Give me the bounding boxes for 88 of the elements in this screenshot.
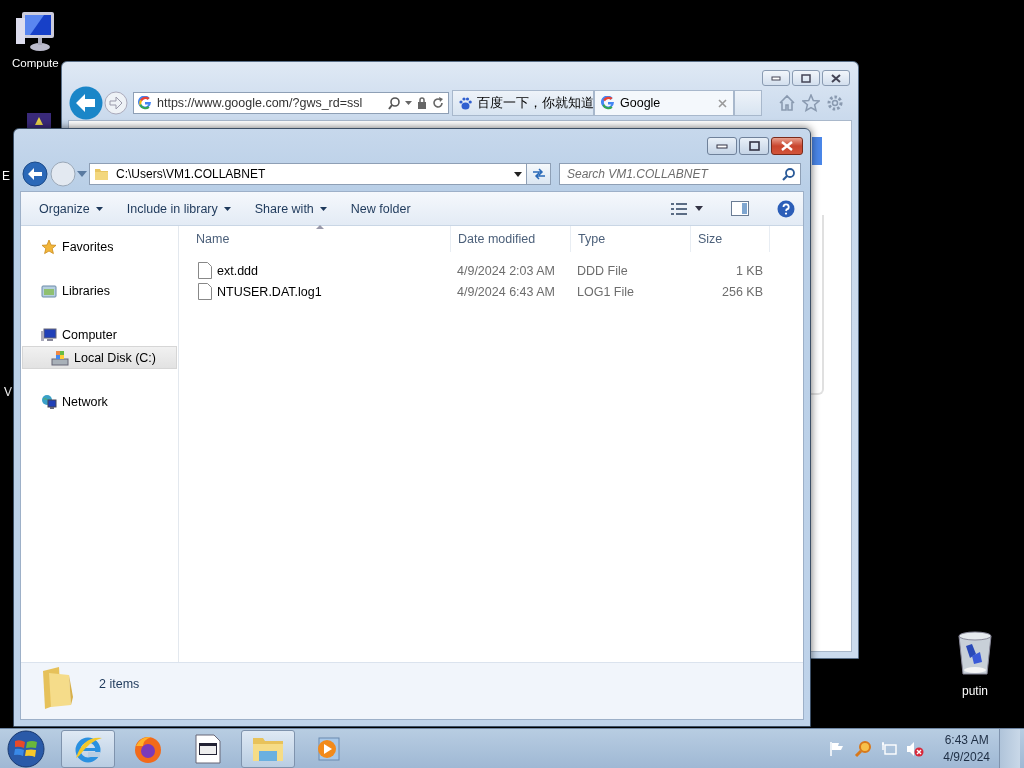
nav-item[interactable]: Libraries (22, 279, 177, 302)
restore-icon (801, 73, 811, 83)
paw-icon (459, 96, 472, 110)
icon-label: E (2, 169, 10, 183)
folder-icon (94, 167, 109, 181)
restore-icon (748, 141, 760, 151)
caret-icon (319, 206, 327, 211)
view-icon[interactable] (671, 201, 687, 216)
close-icon (781, 141, 793, 151)
table-cell-text: LOG1 File (576, 284, 635, 299)
icon-label: V (4, 385, 12, 399)
close-icon[interactable] (718, 98, 727, 108)
refresh-icon (531, 168, 546, 180)
close-icon (831, 73, 841, 83)
file-icon (198, 283, 212, 300)
table-cell-text: 256 KB (721, 284, 763, 299)
computer-icon (41, 326, 57, 343)
star-icon[interactable] (802, 94, 820, 112)
table-cell-text: 4/9/2024 6:43 AM (456, 284, 556, 299)
toolbar-button[interactable]: New folder (344, 198, 417, 219)
start-button[interactable] (5, 728, 47, 768)
drive-icon (51, 349, 69, 366)
lock-icon (417, 97, 427, 109)
magnifier-icon[interactable] (854, 739, 873, 758)
browser-tab[interactable]: 百度一下，你就知道 (452, 90, 594, 116)
column-header[interactable]: Type (571, 226, 691, 252)
network-icon (41, 393, 57, 410)
toolbar-button[interactable]: Organize (33, 198, 109, 219)
refresh-icon (432, 97, 444, 109)
toolbar-button[interactable]: Share with (248, 198, 333, 219)
recycle-bin-icon (956, 630, 994, 676)
close-button[interactable] (822, 70, 850, 86)
minimize-icon (771, 74, 781, 82)
google-icon (601, 96, 615, 110)
toolbar-button[interactable]: Include in library (120, 198, 237, 219)
minimize-button[interactable] (762, 70, 790, 86)
search-icon (782, 168, 795, 181)
minimize-button[interactable] (707, 137, 737, 155)
item-count: 2 items (99, 677, 140, 691)
caret-icon (223, 206, 231, 211)
search-icon (388, 96, 400, 110)
caret-icon (405, 101, 412, 105)
nav-item[interactable]: Computer (22, 323, 177, 346)
file-name[interactable]: ext.ddd (217, 263, 258, 278)
refresh-button[interactable] (527, 163, 551, 185)
address-field[interactable]: C:\Users\VM1.COLLABNET (89, 163, 527, 185)
minimize-icon (716, 142, 728, 150)
maximize-button[interactable] (792, 70, 820, 86)
preview-pane-icon[interactable] (731, 201, 749, 216)
caret-icon[interactable] (695, 206, 703, 211)
icon-label: Compute (12, 57, 59, 69)
caret-icon[interactable] (514, 171, 522, 177)
home-icon[interactable] (778, 94, 796, 112)
table-cell-text: 1 KB (734, 263, 763, 278)
new-tab-button[interactable] (734, 90, 762, 116)
column-header[interactable]: Name (189, 226, 451, 252)
file-name[interactable]: NTUSER.DAT.log1 (217, 284, 322, 299)
close-button[interactable] (771, 137, 803, 155)
table-cell-text: 4/9/2024 2:03 AM (456, 263, 556, 278)
forward-icon[interactable] (103, 90, 129, 116)
nav-item[interactable]: Network (22, 390, 177, 413)
back-icon[interactable] (22, 161, 48, 187)
file-icon (198, 262, 212, 279)
network-icon[interactable] (881, 740, 898, 757)
library-icon (41, 282, 57, 299)
table-cell-text: DDD File (576, 263, 629, 278)
sort-arrow-icon (315, 225, 324, 229)
address-field[interactable]: https://www.google.com/?gws_rd=ssl (133, 92, 449, 114)
nav-item[interactable]: Local Disk (C:) (22, 346, 177, 369)
column-header[interactable]: Date modified (451, 226, 571, 252)
flag-icon[interactable] (829, 740, 846, 757)
back-icon[interactable] (69, 86, 103, 120)
google-icon (138, 96, 152, 110)
maximize-button[interactable] (739, 137, 769, 155)
column-header[interactable]: Size (691, 226, 770, 252)
help-icon[interactable] (777, 199, 795, 218)
program-icon (195, 733, 221, 764)
icon-label: putin (962, 684, 988, 698)
clock[interactable]: 6:43 AM 4/9/2024 (943, 731, 990, 766)
volume-muted-icon[interactable] (906, 740, 925, 757)
search-field[interactable]: Search VM1.COLLABNET (559, 163, 801, 185)
caret-icon (95, 206, 103, 211)
show-desktop-button[interactable] (999, 728, 1020, 768)
settings-icon[interactable] (826, 94, 844, 112)
media-player-icon (315, 735, 341, 762)
star-icon (41, 238, 57, 255)
browser-tab[interactable]: Google (594, 90, 734, 116)
nav-item[interactable]: Favorites (22, 235, 177, 258)
